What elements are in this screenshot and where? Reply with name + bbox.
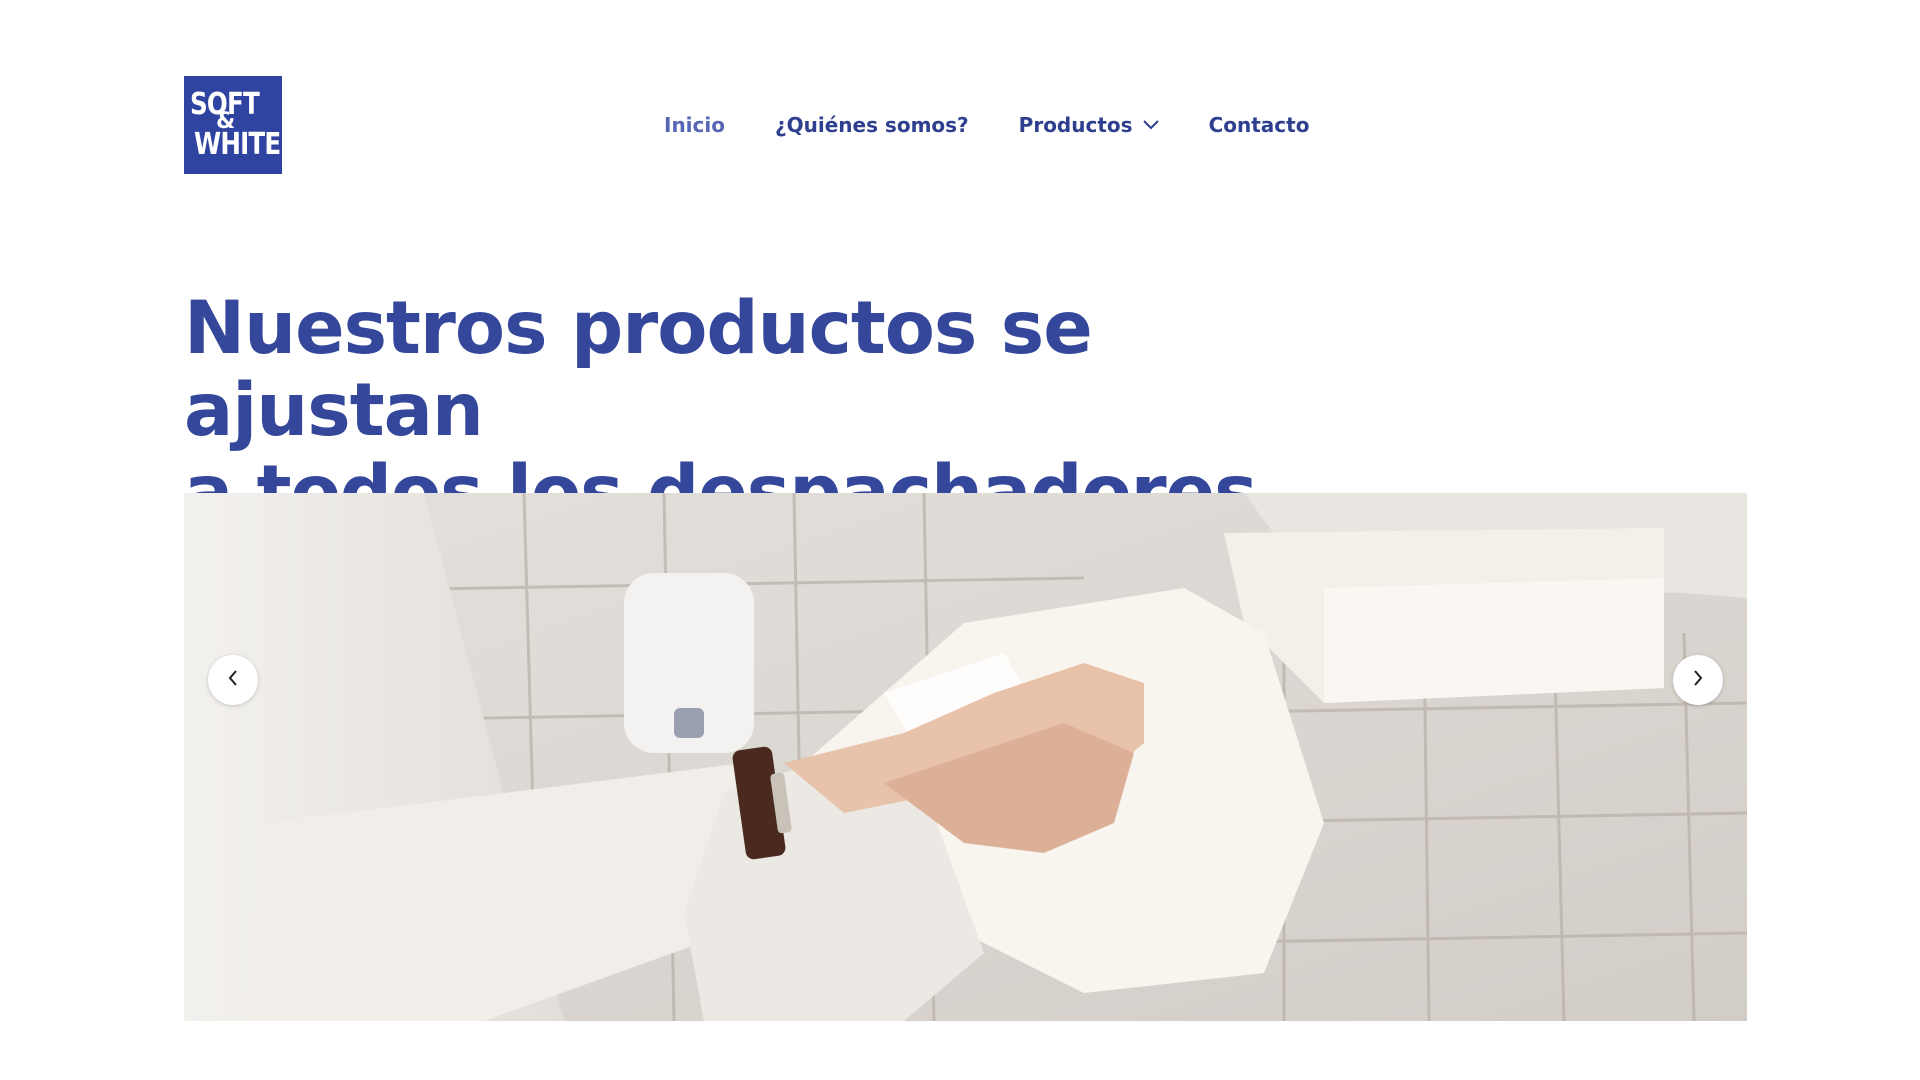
hero-slider[interactable]: [184, 493, 1747, 1021]
hero-title-line-1: Nuestros productos se ajustan: [184, 286, 1093, 453]
brand-logo[interactable]: SOFT & WHITE: [184, 76, 282, 174]
slider-prev-button[interactable]: [208, 655, 258, 705]
nav-item-contacto[interactable]: Contacto: [1209, 113, 1310, 137]
chevron-down-icon: [1142, 120, 1159, 130]
nav-item-label: ¿Quiénes somos?: [775, 113, 969, 137]
nav-item-inicio[interactable]: Inicio: [664, 113, 725, 137]
slider-next-button[interactable]: [1673, 655, 1723, 705]
nav-item-label: Productos: [1018, 113, 1133, 137]
nav-item-quienes-somos[interactable]: ¿Quiénes somos?: [775, 113, 969, 137]
logo-text-white: WHITE: [194, 127, 281, 162]
nav-item-label: Contacto: [1208, 113, 1310, 137]
nav-item-productos[interactable]: Productos: [1019, 113, 1159, 137]
chevron-left-icon: [227, 669, 239, 691]
slider-image: [184, 493, 1747, 1021]
main-nav: Inicio ¿Quiénes somos? Productos Contact…: [664, 108, 1359, 142]
chevron-right-icon: [1692, 669, 1704, 691]
nav-item-label: Inicio: [664, 113, 725, 137]
